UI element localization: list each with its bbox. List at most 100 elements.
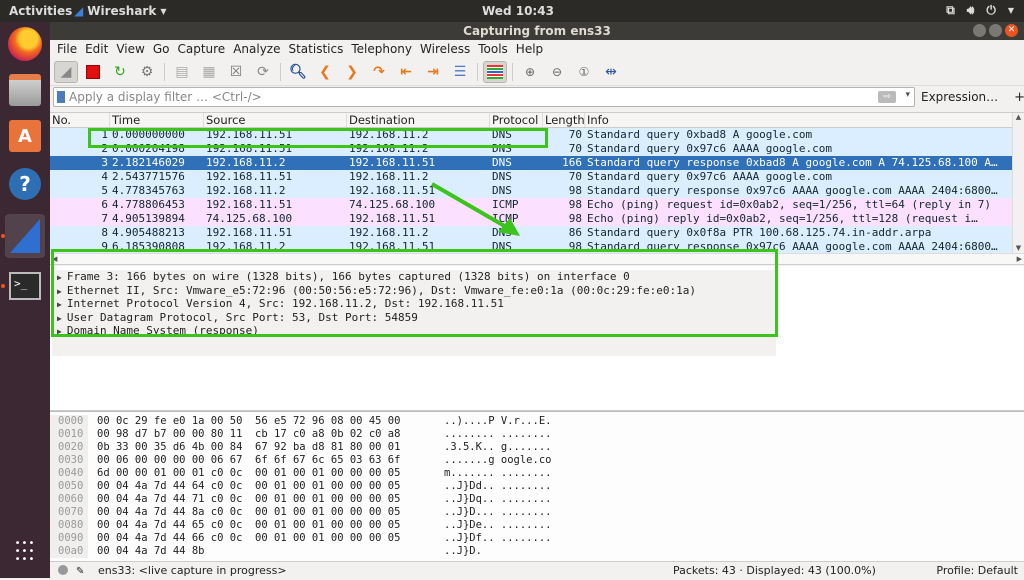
running-indicator (1, 234, 5, 238)
hex-row[interactable]: 0050 00 04 4a 7d 44 64 c0 0c 00 01 00 01 … (50, 480, 1024, 493)
packet-row[interactable]: 5 4.778345763 192.168.11.2 192.168.11.51 DNS… (50, 184, 1024, 198)
add-filter-button[interactable]: + (1014, 90, 1024, 105)
packet-row-selected[interactable]: 3 2.182146029 192.168.11.2 192.168.11.51 DNS… (50, 156, 1024, 170)
activities-button[interactable]: Activities (9, 4, 72, 18)
window-titlebar[interactable]: Capturing from ens33 ✕ (50, 22, 1024, 40)
menu-help[interactable]: Help (516, 42, 543, 56)
column-info[interactable]: Info (585, 113, 1024, 127)
start-capture-button[interactable]: ◢ (54, 60, 78, 83)
menu-wireless[interactable]: Wireless (420, 42, 470, 56)
apps-grid-icon: ••• ••• ••• (14, 538, 36, 565)
network-icon[interactable]: ⧉ (946, 3, 955, 19)
menu-go[interactable]: Go (153, 42, 170, 56)
menu-capture[interactable]: Capture (177, 42, 225, 56)
dock-item-software[interactable]: A (5, 116, 45, 156)
hex-row[interactable]: 0060 00 04 4a 7d 44 71 c0 0c 00 01 00 01 … (50, 493, 1024, 506)
menu-file[interactable]: File (57, 42, 77, 56)
packet-row[interactable]: 7 4.905139894 74.125.68.100 192.168.11.51 IC… (50, 212, 1024, 226)
hex-row[interactable]: 0010 00 98 d7 b7 00 00 80 11 cb 17 c0 a8 … (50, 428, 1024, 441)
restart-capture-button[interactable]: ↻ (108, 61, 132, 83)
minimize-button[interactable] (973, 24, 986, 37)
go-back-button[interactable]: ❮ (313, 61, 337, 83)
menu-tools[interactable]: Tools (478, 42, 508, 56)
hex-row[interactable]: 0080 00 04 4a 7d 44 65 c0 0c 00 01 00 01 … (50, 519, 1024, 532)
close-button[interactable]: ✕ (1005, 24, 1018, 37)
display-filter-input[interactable]: Apply a display filter … <Ctrl-/> ⇨ ▾ (53, 87, 915, 107)
apply-filter-button[interactable]: ⇨ (878, 91, 896, 103)
go-first-button[interactable]: ⇤ (394, 61, 418, 83)
window-title: Capturing from ens33 (463, 24, 611, 38)
hex-row[interactable]: 0090 00 04 4a 7d 44 66 c0 0c 00 01 00 01 … (50, 532, 1024, 545)
bookmark-icon[interactable] (57, 91, 65, 103)
find-packet-button[interactable]: 🔍︎ (286, 61, 310, 83)
normal-size-button[interactable]: ① (572, 61, 596, 83)
packet-count: Packets: 43 · Displayed: 43 (100.0%) (673, 564, 876, 577)
app-menu[interactable]: ◢ Wireshark ▼ (74, 4, 166, 18)
dock-item-firefox[interactable] (5, 24, 45, 64)
cell-no: 7 (101, 212, 108, 225)
toolbar-separator (512, 62, 513, 81)
show-applications-button[interactable]: ••• ••• ••• (5, 532, 45, 572)
go-to-packet-button[interactable]: ↷ (367, 61, 391, 83)
volume-icon[interactable]: 🔊︎ (967, 3, 975, 19)
capture-options-button[interactable]: ⚙ (135, 61, 159, 83)
go-last-button[interactable]: ⇥ (421, 61, 445, 83)
dock-item-help[interactable]: ? (5, 164, 45, 204)
packet-row[interactable]: 6 4.778806453 192.168.11.51 74.125.68.100 IC… (50, 198, 1024, 212)
hex-row[interactable]: 0040 6d 00 00 01 00 01 c0 0c 00 01 00 01 … (50, 467, 1024, 480)
zoom-in-icon: ⊕ (524, 64, 536, 79)
close-file-button[interactable]: ☒ (224, 61, 248, 83)
column-protocol[interactable]: Protocol (490, 113, 543, 127)
zoom-out-icon: ⊖ (551, 64, 563, 79)
expression-button[interactable]: Expression… (921, 90, 998, 104)
zoom-in-button[interactable]: ⊕ (518, 61, 542, 83)
packet-row[interactable]: 4 2.543771576 192.168.11.51 192.168.11.2 DNS… (50, 170, 1024, 184)
power-icon[interactable]: ⏻ (986, 3, 996, 19)
hex-row[interactable]: 0000 00 0c 29 fe e0 1a 00 50 56 e5 72 96 … (50, 415, 1024, 428)
hex-row[interactable]: 0030 00 06 00 00 00 00 06 67 6f 6f 67 6c … (50, 454, 1024, 467)
annotation-highlight-selected-packet (88, 128, 548, 148)
go-forward-button[interactable]: ❯ (340, 61, 364, 83)
zoom-out-button[interactable]: ⊖ (545, 61, 569, 83)
reload-file-button[interactable]: ⟳ (251, 61, 275, 83)
dock-item-files[interactable] (5, 70, 45, 110)
edit-comment-icon[interactable]: ✎ (76, 563, 84, 580)
expert-info-indicator[interactable] (58, 565, 68, 575)
hex-row[interactable]: 0070 00 04 4a 7d 44 8a c0 0c 00 01 00 01 … (50, 506, 1024, 519)
hex-bytes: 00 04 4a 7d 44 8a c0 0c 00 01 00 01 00 0… (97, 506, 401, 518)
save-file-button[interactable]: ▦ (197, 61, 221, 83)
colorize-button[interactable] (483, 60, 507, 83)
chevron-down-icon[interactable]: ▼ (1008, 3, 1014, 19)
dock-item-wireshark[interactable] (5, 214, 45, 258)
column-destination[interactable]: Destination (347, 113, 490, 127)
packet-row[interactable]: 84.905488213192.168.11.51192.168.11.2DNS… (50, 226, 1024, 240)
menu-analyze[interactable]: Analyze (233, 42, 280, 56)
dock-item-terminal[interactable]: >_ (5, 266, 45, 306)
system-tray[interactable]: ⧉ 🔊︎ ⏻ ▼ (946, 3, 1014, 19)
menu-view[interactable]: View (116, 42, 144, 56)
cell-src: 192.168.11.2 (206, 156, 286, 169)
stop-capture-button[interactable] (81, 61, 105, 83)
column-source[interactable]: Source (204, 113, 347, 127)
autoscroll-button[interactable]: ☰ (448, 61, 472, 83)
column-time[interactable]: Time (110, 113, 204, 127)
terminal-icon: >_ (9, 272, 41, 300)
menu-edit[interactable]: Edit (85, 42, 108, 56)
clock[interactable]: Wed 10:43 (482, 4, 554, 18)
maximize-button[interactable] (989, 24, 1002, 37)
column-no[interactable]: No. (50, 113, 110, 127)
filter-history-dropdown[interactable]: ▾ (905, 90, 910, 100)
menu-telephony[interactable]: Telephony (351, 42, 412, 56)
open-file-button[interactable]: ▤ (170, 61, 194, 83)
hex-row[interactable]: 0020 0b 33 00 35 d6 4b 00 84 67 92 ba d8 … (50, 441, 1024, 454)
cell-src: 192.168.11.51 (206, 198, 293, 211)
profile-selector[interactable]: Profile: Default (936, 562, 1018, 579)
hex-bytes: 00 04 4a 7d 44 71 c0 0c 00 01 00 01 00 0… (97, 493, 401, 505)
menu-statistics[interactable]: Statistics (288, 42, 343, 56)
hex-row[interactable]: 00a0 00 04 4a 7d 44 8b ..J}D. (50, 545, 1024, 558)
packet-list-scrollbar[interactable]: ▲ ▼ (1012, 113, 1024, 253)
resize-columns-button[interactable]: ⇹ (599, 61, 623, 83)
hex-ascii: ..J}Dd.. ........ (444, 480, 552, 492)
column-length[interactable]: Length (543, 113, 585, 127)
last-packet-icon: ⇥ (427, 63, 439, 80)
